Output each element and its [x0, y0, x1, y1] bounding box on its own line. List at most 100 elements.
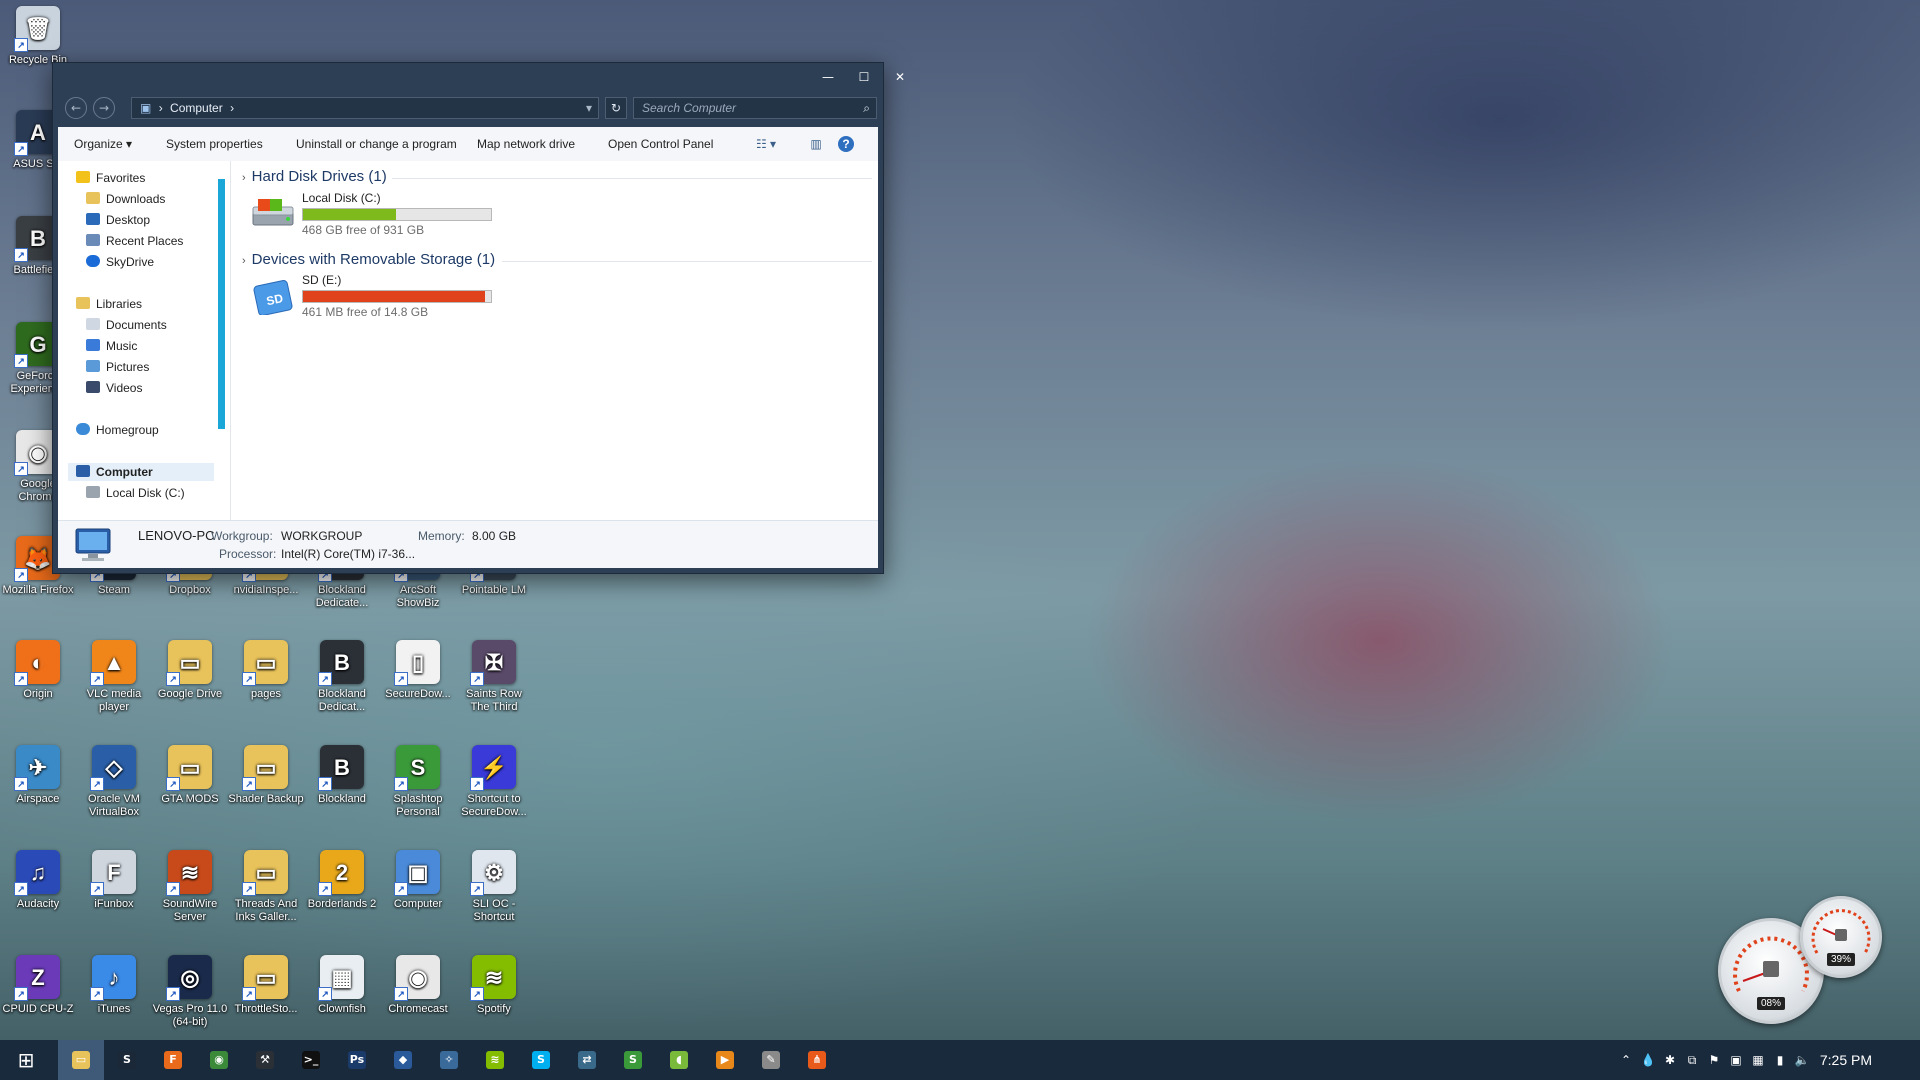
desktop-shortcut[interactable]: S ↗ Splashtop Personal	[380, 745, 456, 819]
desktop-shortcut[interactable]: Z ↗ CPUID CPU-Z	[0, 955, 76, 1016]
nav-favorites[interactable]: Favorites	[76, 169, 145, 187]
organize-button[interactable]: Organize ▾	[74, 127, 132, 161]
desktop-shortcut[interactable]: ♪ ↗ iTunes	[76, 955, 152, 1016]
search-input[interactable]: Search Computer ⌕	[633, 97, 877, 119]
taskbar-app-splashtop[interactable]: S	[610, 1040, 656, 1080]
desktop-shortcut[interactable]: ≋ ↗ Spotify	[456, 955, 532, 1016]
nav-homegroup[interactable]: Homegroup	[76, 421, 159, 439]
nav-computer[interactable]: Computer	[68, 463, 214, 481]
tray-icon[interactable]: ⚑	[1704, 1040, 1724, 1080]
tray-icon[interactable]: ▦	[1748, 1040, 1768, 1080]
address-bar[interactable]: ▣ › Computer › ▾	[131, 97, 599, 119]
back-button[interactable]: ←	[65, 97, 87, 119]
taskbar-app-firefox[interactable]: F	[150, 1040, 196, 1080]
nav-downloads[interactable]: Downloads	[86, 190, 165, 208]
window-titlebar[interactable]: — ☐ ✕	[53, 63, 905, 91]
app-icon: ▯ ↗	[394, 640, 440, 686]
desktop-shortcut[interactable]: ⚡ ↗ Shortcut to SecureDow...	[456, 745, 532, 819]
desktop-shortcut[interactable]: ▭ ↗ GTA MODS	[152, 745, 228, 806]
nav-libraries[interactable]: Libraries	[76, 295, 142, 313]
taskbar-app-chrome[interactable]: ◉	[196, 1040, 242, 1080]
nav-recent-places[interactable]: Recent Places	[86, 232, 183, 250]
breadcrumb-sep[interactable]: ›	[230, 101, 234, 115]
taskbar-app-media[interactable]: ▶	[702, 1040, 748, 1080]
desktop-shortcut[interactable]: ▦ ↗ Clownfish	[304, 955, 380, 1016]
map-network-drive-button[interactable]: Map network drive	[477, 127, 575, 161]
desktop-shortcut[interactable]: ✠ ↗ Saints Row The Third	[456, 640, 532, 714]
taskbar-app-share[interactable]: ⋔	[794, 1040, 840, 1080]
desktop-shortcut[interactable]: B ↗ Blockland Dedicat...	[304, 640, 380, 714]
taskbar-app-editor[interactable]: ✎	[748, 1040, 794, 1080]
desktop-shortcut[interactable]: F ↗ iFunbox	[76, 850, 152, 911]
start-button[interactable]: ⊞	[4, 1040, 48, 1080]
tray-icon[interactable]: ▮	[1770, 1040, 1790, 1080]
preview-pane-icon[interactable]: ▥	[808, 136, 824, 152]
tray-icon[interactable]: ▣	[1726, 1040, 1746, 1080]
nav-skydrive[interactable]: SkyDrive	[86, 253, 154, 271]
desktop-shortcut[interactable]: ▭ ↗ Google Drive	[152, 640, 228, 701]
desktop-shortcut[interactable]: ▯ ↗ SecureDow...	[380, 640, 456, 701]
desktop-shortcut[interactable]: ✈ ↗ Airspace	[0, 745, 76, 806]
tray-icon[interactable]: 💧	[1638, 1040, 1658, 1080]
uninstall-program-button[interactable]: Uninstall or change a program	[296, 127, 457, 161]
nav-local-disk[interactable]: Local Disk (C:)	[86, 484, 185, 502]
desktop-shortcut[interactable]: ≋ ↗ SoundWire Server	[152, 850, 228, 924]
chevron-down-icon[interactable]: ▾	[586, 98, 592, 118]
search-icon[interactable]: ⌕	[863, 98, 870, 118]
desktop-shortcut[interactable]: ▭ ↗ pages	[228, 640, 304, 701]
nav-pictures[interactable]: Pictures	[86, 358, 149, 376]
desktop-shortcut[interactable]: ▭ ↗ Shader Backup	[228, 745, 304, 806]
open-control-panel-button[interactable]: Open Control Panel	[608, 127, 713, 161]
desktop-shortcut[interactable]: ♫ ↗ Audacity	[0, 850, 76, 911]
desktop-shortcut[interactable]: ◇ ↗ Oracle VM VirtualBox	[76, 745, 152, 819]
taskbar-app-skype[interactable]: S	[518, 1040, 564, 1080]
clock[interactable]: 7:25 PM	[1820, 1040, 1872, 1080]
taskbar-app-explorer[interactable]: ▭	[58, 1040, 104, 1080]
desktop-shortcut[interactable]: 🗑 ↗ Recycle Bin	[0, 6, 76, 67]
view-options-icon[interactable]: ☷ ▾	[748, 136, 784, 152]
forward-button[interactable]: →	[93, 97, 115, 119]
maximize-button[interactable]: ☐	[849, 67, 879, 87]
minimize-button[interactable]: —	[813, 67, 843, 87]
tray-icon[interactable]: 🔈	[1792, 1040, 1812, 1080]
shortcut-label: Blockland Dedicate...	[315, 584, 369, 609]
taskbar-app-steam[interactable]: S	[104, 1040, 150, 1080]
desktop-shortcut[interactable]: ▭ ↗ ThrottleSto...	[228, 955, 304, 1016]
ram-meter-gadget[interactable]: 39%	[1800, 896, 1882, 978]
taskbar-app-spotify[interactable]: ≋	[472, 1040, 518, 1080]
drive-local-disk-c[interactable]: Local Disk (C:) 468 GB free of 931 GB	[250, 191, 510, 241]
taskbar-app-android[interactable]: ◖	[656, 1040, 702, 1080]
taskbar-app-terminal[interactable]: >_	[288, 1040, 334, 1080]
system-properties-button[interactable]: System properties	[166, 127, 263, 161]
desktop-shortcut[interactable]: ◉ ↗ Chromecast	[380, 955, 456, 1016]
taskbar-app-photoshop[interactable]: Ps	[334, 1040, 380, 1080]
drive-sd-e[interactable]: SD SD (E:) 461 MB free of 14.8 GB	[250, 273, 510, 323]
nav-music[interactable]: Music	[86, 337, 137, 355]
desktop-shortcut[interactable]: 2 ↗ Borderlands 2	[304, 850, 380, 911]
desktop-shortcut[interactable]: B ↗ Blockland	[304, 745, 380, 806]
taskbar-app-network[interactable]: ⇄	[564, 1040, 610, 1080]
breadcrumb-computer[interactable]: Computer	[170, 101, 223, 115]
desktop-shortcut[interactable]: ⚙ ↗ SLI OC - Shortcut	[456, 850, 532, 924]
close-button[interactable]: ✕	[885, 67, 915, 87]
nav-desktop[interactable]: Desktop	[86, 211, 150, 229]
desktop-shortcut[interactable]: ▲ ↗ VLC media player	[76, 640, 152, 714]
group-removable-storage[interactable]: › Devices with Removable Storage (1)	[242, 250, 495, 270]
group-hard-disk-drives[interactable]: › Hard Disk Drives (1)	[242, 167, 387, 187]
taskbar-app-app[interactable]: ◆	[380, 1040, 426, 1080]
desktop-shortcut[interactable]: ◎ ↗ Vegas Pro 11.0 (64-bit)	[152, 955, 228, 1029]
tray-icon[interactable]: ⌃	[1616, 1040, 1636, 1080]
navpane-scrollbar[interactable]	[218, 179, 225, 429]
pane-divider[interactable]	[230, 161, 231, 521]
nav-videos[interactable]: Videos	[86, 379, 142, 397]
tray-icon[interactable]: ⧉	[1682, 1040, 1702, 1080]
tray-icon[interactable]: ✱	[1660, 1040, 1680, 1080]
help-icon[interactable]: ?	[838, 136, 854, 152]
desktop-shortcut[interactable]: ▣ ↗ Computer	[380, 850, 456, 911]
taskbar-app-tool[interactable]: ⚒	[242, 1040, 288, 1080]
taskbar-app-app2[interactable]: ✧	[426, 1040, 472, 1080]
nav-documents[interactable]: Documents	[86, 316, 167, 334]
desktop-shortcut[interactable]: ◐ ↗ Origin	[0, 640, 76, 701]
refresh-button[interactable]: ↻	[605, 97, 627, 119]
desktop-shortcut[interactable]: ▭ ↗ Threads And Inks Galler...	[228, 850, 304, 924]
